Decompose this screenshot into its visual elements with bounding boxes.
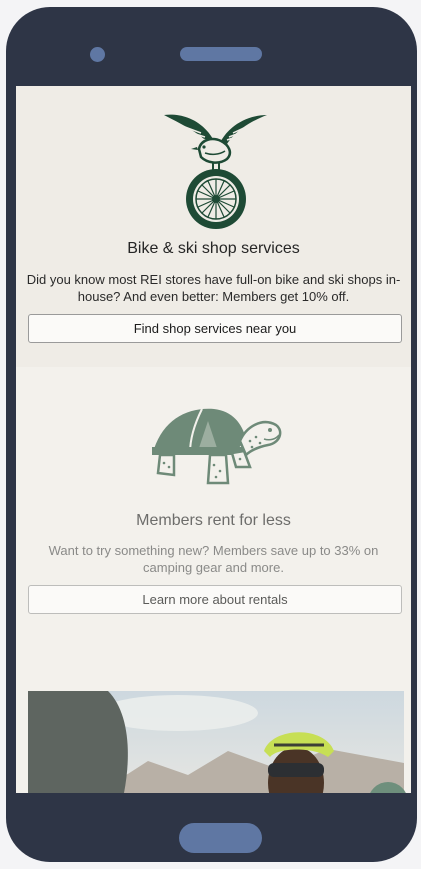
camera-dot xyxy=(90,47,105,62)
find-shop-services-button[interactable]: Find shop services near you xyxy=(28,314,402,343)
turtle-tent-icon xyxy=(152,408,282,485)
shop-services-title: Bike & ski shop services xyxy=(127,240,300,257)
learn-more-rentals-button[interactable]: Learn more about rentals xyxy=(28,585,402,614)
rentals-description: Want to try something new? Members save … xyxy=(48,543,379,575)
home-button[interactable] xyxy=(179,823,262,853)
rentals-title: Members rent for less xyxy=(136,512,291,529)
cyclist-photo xyxy=(28,691,404,793)
shop-services-section: Bike & ski shop services Did you know mo… xyxy=(16,86,411,367)
screen: Bike & ski shop services Did you know mo… xyxy=(16,86,411,793)
bird-on-wheel-icon xyxy=(164,114,267,229)
shop-services-description: Did you know most REI stores have full-o… xyxy=(26,272,401,304)
speaker-bar xyxy=(180,47,262,61)
